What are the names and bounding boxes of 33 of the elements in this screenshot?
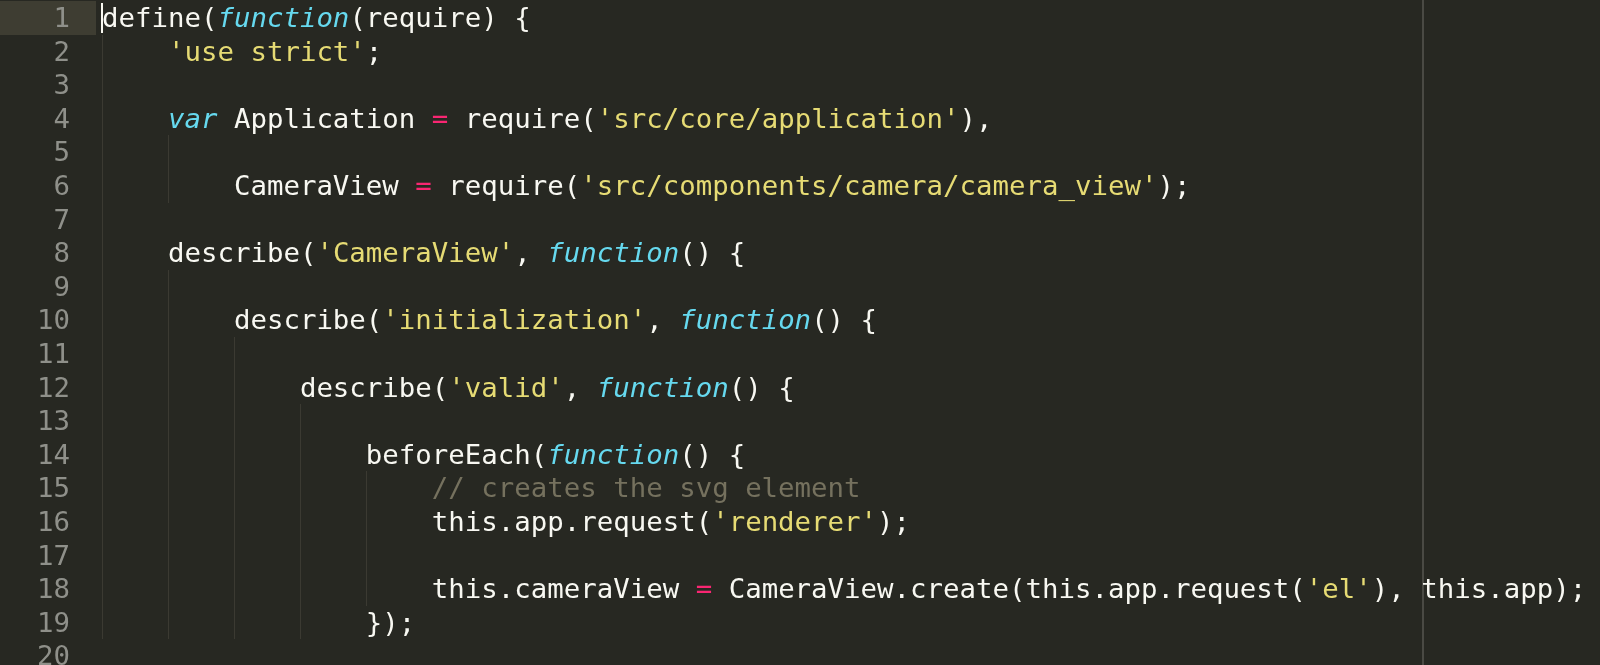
line-number: 10 [36,303,71,337]
line-number: 13 [36,404,71,438]
code-line: this.app.request('renderer'); [430,505,911,537]
line-number: 15 [36,471,71,505]
line-number: 8 [52,236,71,270]
code-line: describe('CameraView', function() { [166,237,746,269]
code-line: // creates the svg element [430,472,861,504]
line-number: 18 [36,572,71,606]
line-number: 20 [36,639,71,665]
line-number: 16 [36,504,71,539]
code-line: CameraView = require('src/components/camera/camera_view'); [232,169,1191,201]
line-number: 3 [52,68,71,102]
code-line: var Application = require('src/core/application'), [166,102,993,134]
code-line: describe('initialization', function() { [232,304,878,336]
text-cursor [101,3,103,33]
line-number: 6 [52,168,71,203]
code-line: define(function(require) { [102,2,531,33]
code-line: 'use strict'; [166,35,383,67]
line-number: 4 [52,101,71,136]
code-line: }); [364,606,416,638]
code-line: describe('valid', function() { [298,371,795,403]
line-number: 5 [52,135,71,169]
line-number: 1 [0,1,96,35]
code-line: beforeEach(function() { [364,438,746,470]
code-line: this.cameraView = CameraView.create(this.app.request('el'), this.app); [430,573,1587,605]
line-number: 7 [52,202,71,237]
line-number: 14 [36,437,71,472]
line-number: 17 [36,538,71,573]
line-number: 11 [36,336,71,371]
line-number: 9 [52,269,71,304]
line-number: 12 [36,370,71,405]
line-number: 2 [52,34,71,69]
line-number: 19 [36,605,71,640]
